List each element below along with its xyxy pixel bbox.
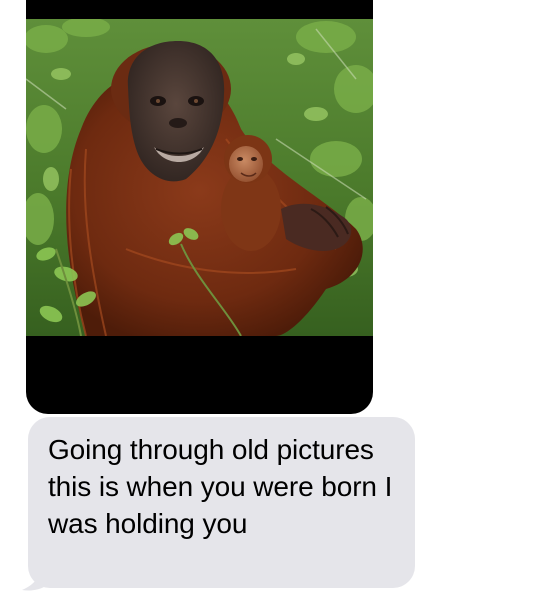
bubble-tail: [22, 566, 50, 591]
photo-message-bubble[interactable]: [26, 0, 373, 414]
message-text: Going through old pictures this is when …: [48, 434, 393, 539]
message-thread: Going through old pictures this is when …: [0, 0, 540, 596]
received-message-bubble[interactable]: Going through old pictures this is when …: [28, 417, 415, 588]
orangutan-photo[interactable]: [26, 19, 373, 336]
